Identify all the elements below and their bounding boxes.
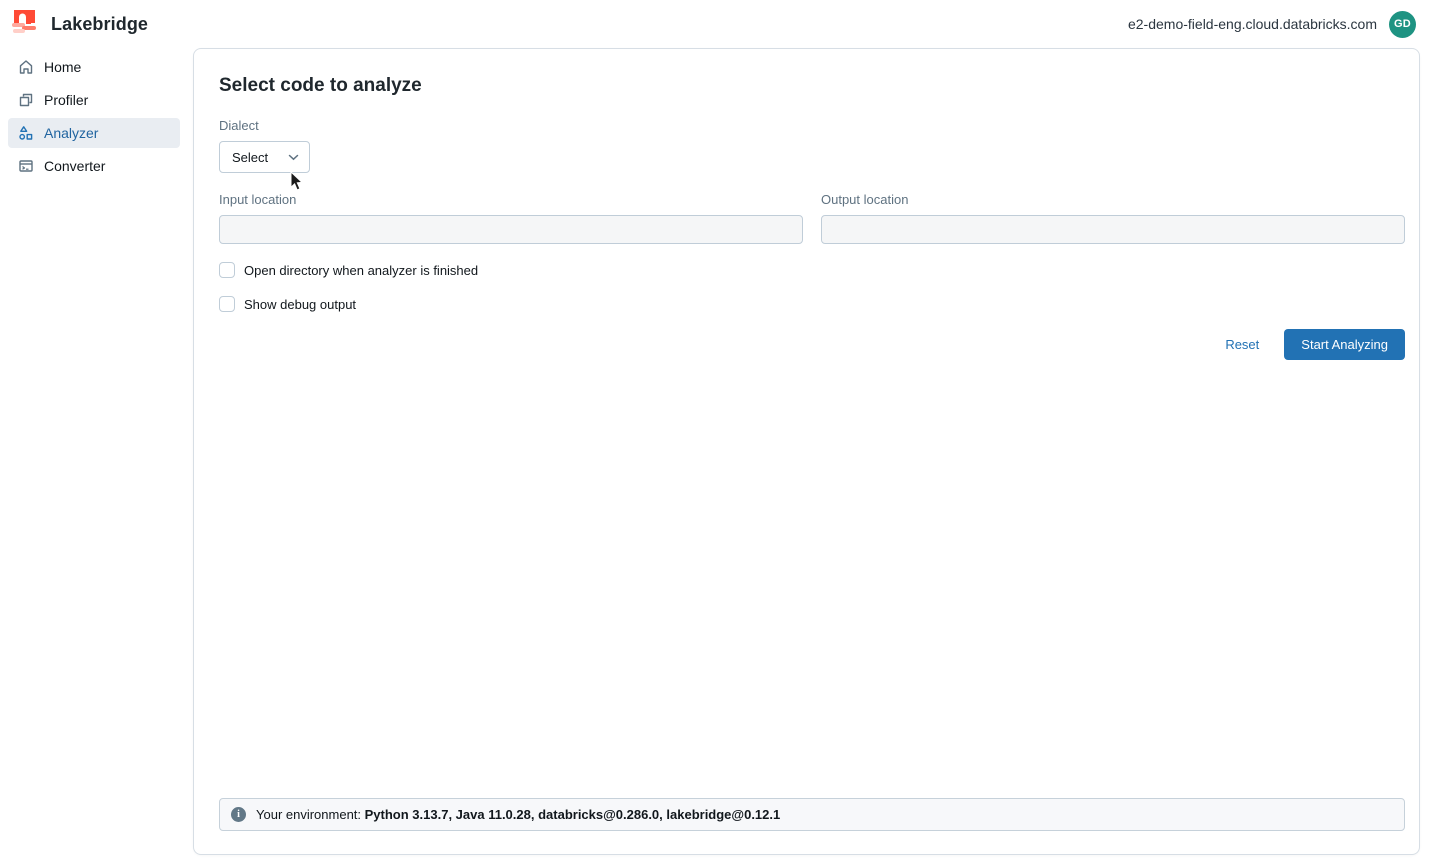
app-title: Lakebridge <box>51 14 148 35</box>
app-header: Lakebridge e2-demo-field-eng.cloud.datab… <box>0 0 1429 48</box>
open-directory-option: Open directory when analyzer is finished <box>219 262 1403 278</box>
sidebar-item-home[interactable]: Home <box>8 52 180 82</box>
sidebar-item-label: Analyzer <box>44 125 98 141</box>
dialect-select[interactable]: Select <box>219 141 310 173</box>
sidebar-item-label: Home <box>44 59 81 75</box>
open-directory-label: Open directory when analyzer is finished <box>244 263 478 278</box>
start-analyzing-button[interactable]: Start Analyzing <box>1284 329 1405 360</box>
environment-text: Your environment: Python 3.13.7, Java 11… <box>256 807 780 822</box>
sidebar: Home Profiler Analyzer <box>8 52 180 184</box>
sidebar-item-profiler[interactable]: Profiler <box>8 85 180 115</box>
lakebridge-logo-icon <box>8 5 41 43</box>
sidebar-item-converter[interactable]: Converter <box>8 151 180 181</box>
workspace-url: e2-demo-field-eng.cloud.databricks.com <box>1128 16 1377 32</box>
actions-row: Reset Start Analyzing <box>219 329 1405 360</box>
page-title: Select code to analyze <box>219 75 1403 97</box>
environment-banner: i Your environment: Python 3.13.7, Java … <box>219 798 1405 831</box>
location-fields: Input location Output location <box>219 192 1405 244</box>
header-right: e2-demo-field-eng.cloud.databricks.com G… <box>1128 11 1416 38</box>
info-icon: i <box>231 807 246 822</box>
output-location-label: Output location <box>821 192 1405 207</box>
reset-button[interactable]: Reset <box>1225 337 1259 352</box>
show-debug-checkbox[interactable] <box>219 296 235 312</box>
output-location-input[interactable] <box>821 215 1405 244</box>
profiler-icon <box>17 92 34 109</box>
output-location-field: Output location <box>821 192 1405 244</box>
user-avatar[interactable]: GD <box>1389 11 1416 38</box>
show-debug-label: Show debug output <box>244 297 356 312</box>
converter-icon <box>17 158 34 175</box>
environment-details: Python 3.13.7, Java 11.0.28, databricks@… <box>365 807 781 822</box>
analyzer-panel: Select code to analyze Dialect Select In… <box>193 48 1420 855</box>
sidebar-item-analyzer[interactable]: Analyzer <box>8 118 180 148</box>
input-location-input[interactable] <box>219 215 803 244</box>
input-location-label: Input location <box>219 192 803 207</box>
dialect-selected-value: Select <box>232 150 268 165</box>
dialect-field: Dialect Select <box>219 118 1403 173</box>
environment-prefix: Your environment: <box>256 807 365 822</box>
open-directory-checkbox[interactable] <box>219 262 235 278</box>
dialect-label: Dialect <box>219 118 1403 133</box>
home-icon <box>17 59 34 76</box>
chevron-down-icon <box>288 154 299 161</box>
input-location-field: Input location <box>219 192 803 244</box>
sidebar-item-label: Converter <box>44 158 105 174</box>
sidebar-item-label: Profiler <box>44 92 88 108</box>
show-debug-option: Show debug output <box>219 296 1403 312</box>
brand: Lakebridge <box>8 5 148 43</box>
analyzer-icon <box>17 125 34 142</box>
